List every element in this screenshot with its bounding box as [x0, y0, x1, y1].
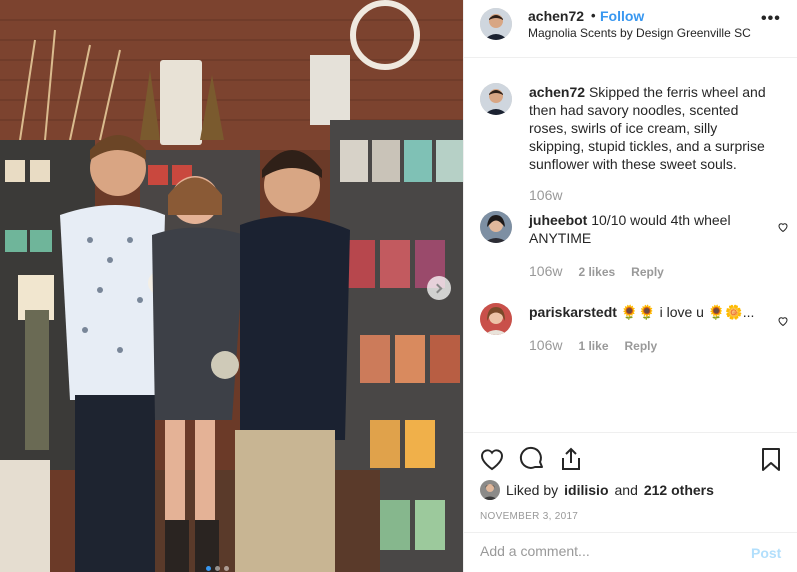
liked-by-prefix: Liked by — [506, 482, 559, 498]
post-date[interactable]: NOVEMBER 3, 2017 — [480, 511, 578, 522]
comment-meta: 106w 2 likes Reply — [529, 263, 664, 279]
avatar[interactable] — [480, 211, 512, 243]
comment-text: 🌻🌻 i love u 🌻🌼... — [620, 304, 755, 320]
comment-body: juheebot 10/10 would 4th wheel ANYTIME — [529, 211, 769, 247]
next-photo-button[interactable] — [427, 276, 451, 300]
caption-meta: 106w — [529, 187, 562, 203]
carousel-dot — [224, 566, 229, 571]
liked-by: Liked by idilisio and 212 others — [480, 480, 714, 500]
post-side-panel: achen72 • Follow Magnolia Scents by Desi… — [463, 0, 797, 572]
comment-username[interactable]: juheebot — [529, 212, 587, 228]
post-photo[interactable] — [0, 0, 463, 572]
comment-meta: 106w 1 like Reply — [529, 337, 657, 353]
share-icon[interactable] — [557, 445, 585, 473]
heart-icon[interactable] — [777, 315, 789, 327]
comment-input[interactable] — [480, 543, 740, 559]
photo-illustration — [0, 0, 463, 572]
heart-icon[interactable] — [478, 445, 506, 473]
post-button[interactable]: Post — [751, 545, 781, 561]
comment-body: pariskarstedt 🌻🌻 i love u 🌻🌼... — [529, 303, 769, 321]
timestamp[interactable]: 106w — [529, 263, 562, 279]
follow-button[interactable]: Follow — [600, 8, 644, 24]
header-username[interactable]: achen72 — [528, 8, 584, 24]
reply-button[interactable]: Reply — [631, 265, 664, 279]
caption-body: achen72 Skipped the ferris wheel and the… — [529, 83, 769, 173]
carousel-dot — [206, 566, 211, 571]
caption-username[interactable]: achen72 — [529, 84, 585, 100]
post-actions: Liked by idilisio and 212 others NOVEMBE… — [464, 432, 797, 532]
comment-icon[interactable] — [518, 445, 546, 473]
heart-icon[interactable] — [777, 221, 789, 233]
carousel-indicator — [206, 566, 229, 571]
liked-by-user[interactable]: idilisio — [564, 482, 608, 498]
add-comment-bar: Post — [464, 532, 797, 572]
comment-username[interactable]: pariskarstedt — [529, 304, 617, 320]
chevron-right-icon — [432, 283, 443, 293]
comments-list[interactable]: achen72 Skipped the ferris wheel and the… — [464, 58, 797, 432]
carousel-dot — [215, 566, 220, 571]
timestamp[interactable]: 106w — [529, 337, 562, 353]
location-link[interactable]: Magnolia Scents by Design Greenville SC — [528, 26, 751, 40]
avatar[interactable] — [480, 83, 512, 115]
avatar[interactable] — [480, 303, 512, 335]
avatar[interactable] — [480, 480, 500, 500]
reply-button[interactable]: Reply — [625, 339, 658, 353]
liked-by-and: and — [614, 482, 638, 498]
avatar[interactable] — [480, 8, 512, 40]
liked-by-count[interactable]: 212 others — [644, 482, 714, 498]
separator-bullet: • — [591, 8, 596, 23]
post-header: achen72 • Follow Magnolia Scents by Desi… — [464, 0, 797, 58]
timestamp[interactable]: 106w — [529, 187, 562, 203]
likes-count[interactable]: 2 likes — [578, 265, 615, 279]
bookmark-icon[interactable] — [757, 445, 785, 473]
likes-count[interactable]: 1 like — [578, 339, 608, 353]
more-icon[interactable]: ••• — [761, 10, 781, 28]
